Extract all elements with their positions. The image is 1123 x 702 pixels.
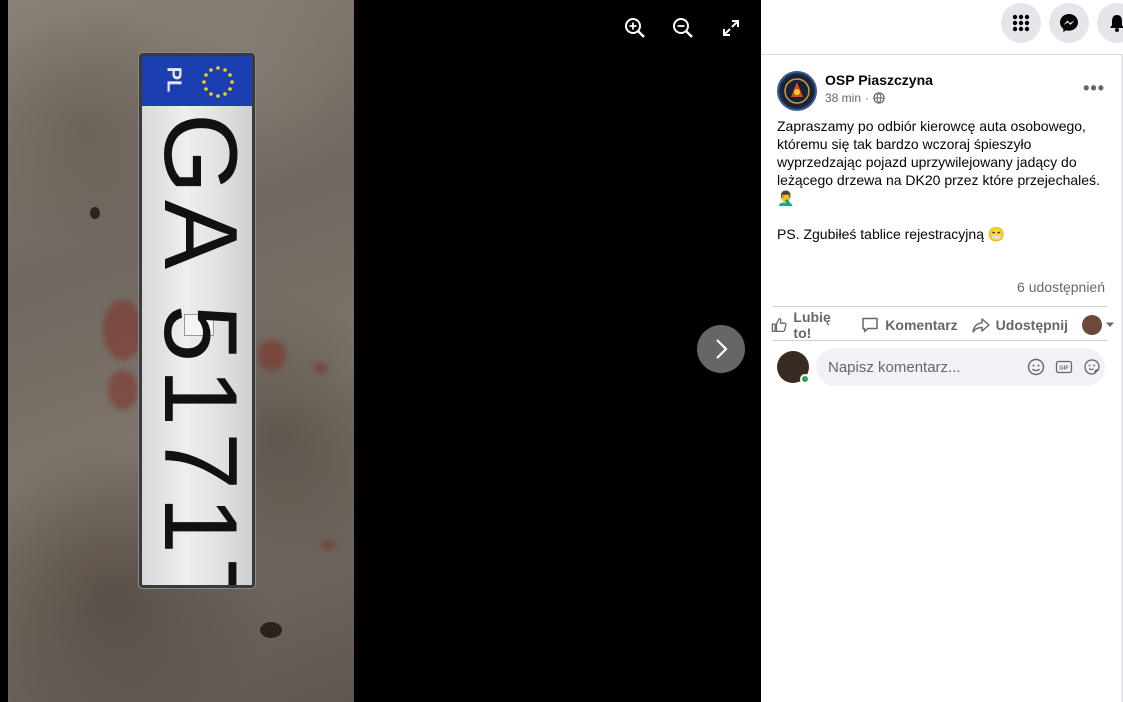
plate-face: GA 5171T	[142, 106, 255, 588]
post-header: OSP Piaszczyna 38 min · •••	[777, 70, 1107, 112]
fullscreen-button[interactable]	[717, 14, 745, 42]
stain	[258, 340, 286, 370]
stain	[108, 370, 138, 410]
post-meta: 38 min ·	[825, 91, 885, 105]
divider	[773, 340, 1107, 341]
comment-composer: GIF	[777, 348, 1105, 386]
comment-input[interactable]	[828, 358, 1018, 376]
facepalm-emoji: 🤦‍♂️	[777, 190, 795, 206]
messenger-button[interactable]	[1049, 3, 1089, 43]
plate-registration: GA 5171T	[142, 113, 255, 588]
share-button[interactable]: Udostępnij	[971, 316, 1068, 334]
zoom-in-button[interactable]	[621, 14, 649, 42]
post-paragraph: PS. Zgubiłeś tablice rejestracyjną 😁	[777, 225, 1113, 243]
spot	[90, 207, 100, 219]
like-label: Lubię to!	[793, 309, 831, 341]
post-body: Zapraszamy po odbiór kierowcę auta osobo…	[777, 117, 1113, 261]
photo: PL GA 5171T	[8, 0, 354, 702]
sticker-icon	[1084, 359, 1100, 375]
messenger-icon	[1060, 14, 1078, 32]
grin-emoji: 😁	[987, 226, 1006, 242]
fullscreen-icon	[723, 20, 739, 36]
svg-text:GIF: GIF	[1059, 366, 1069, 372]
menu-grid-icon	[1012, 14, 1030, 32]
post-paragraph: Zapraszamy po odbiór kierowcę auta osobo…	[777, 117, 1113, 207]
notifications-button[interactable]	[1097, 3, 1123, 43]
post-actions: Lubię to! Komentarz Udostępnij	[771, 309, 1115, 341]
chevron-right-icon	[716, 339, 728, 359]
share-label: Udostępnij	[995, 317, 1068, 333]
post-panel: OSP Piaszczyna 38 min · ••• Zapraszamy p…	[761, 0, 1123, 702]
divider	[773, 306, 1107, 307]
page-avatar[interactable]	[777, 71, 817, 111]
post-paragraph-text: Zapraszamy po odbiór kierowcę auta osobo…	[777, 118, 1100, 188]
photo-viewer: PL GA 5171T	[0, 0, 761, 702]
top-bar	[761, 0, 1123, 55]
stain	[314, 362, 328, 374]
gif-icon: GIF	[1055, 360, 1073, 374]
plate-country-code: PL	[162, 66, 185, 93]
spot	[260, 622, 282, 638]
stain	[103, 300, 143, 360]
meta-separator: ·	[865, 91, 870, 105]
next-photo-button[interactable]	[697, 325, 745, 373]
plate-eu-band: PL	[142, 56, 252, 106]
comment-box: GIF	[816, 348, 1105, 386]
page-name[interactable]: OSP Piaszczyna	[825, 72, 933, 88]
online-status-dot	[800, 374, 810, 384]
eu-stars-icon	[202, 66, 234, 98]
bell-icon	[1110, 15, 1123, 32]
license-plate: PL GA 5171T	[139, 53, 255, 588]
gif-button[interactable]: GIF	[1054, 357, 1074, 377]
comment-label: Komentarz	[885, 317, 958, 333]
caret-down-icon	[1106, 322, 1114, 327]
post-paragraph-text: PS. Zgubiłeś tablice rejestracyjną	[777, 226, 984, 242]
post-as-selector[interactable]	[1082, 315, 1115, 335]
comment-icon	[862, 317, 879, 333]
sticker-button[interactable]	[1082, 357, 1102, 377]
thumbs-up-icon	[771, 317, 787, 333]
avatar	[1082, 315, 1102, 335]
zoom-in-icon	[625, 18, 645, 38]
zoom-out-icon	[673, 18, 693, 38]
smiley-icon	[1027, 358, 1045, 376]
post-options-button[interactable]: •••	[1083, 78, 1105, 99]
fire-brigade-logo	[781, 75, 813, 107]
globe-icon	[873, 92, 885, 104]
menu-button[interactable]	[1001, 3, 1041, 43]
post-time[interactable]: 38 min	[825, 91, 861, 105]
share-arrow-icon	[971, 318, 990, 333]
zoom-out-button[interactable]	[669, 14, 697, 42]
share-count[interactable]: 6 udostępnień	[1017, 279, 1105, 295]
stain	[322, 540, 336, 550]
emoji-button[interactable]	[1026, 357, 1046, 377]
like-button[interactable]: Lubię to!	[771, 309, 847, 341]
comment-button[interactable]: Komentarz	[861, 316, 958, 334]
